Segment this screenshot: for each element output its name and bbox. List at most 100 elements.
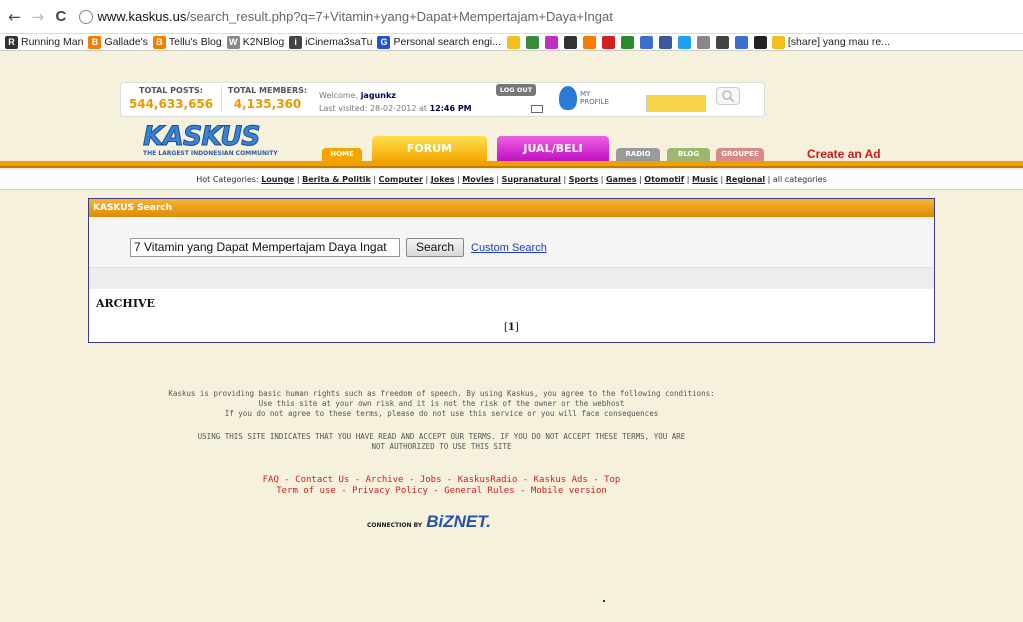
accept-line: USING THIS SITE INDICATES THAT YOU HAVE … <box>197 432 686 441</box>
welcome-text: Welcome, jagunkz Last visited: 28-02-201… <box>319 89 472 115</box>
footer-link[interactable]: FAQ <box>263 475 279 485</box>
bookmark-label: Gallade's <box>104 36 148 48</box>
tab-groupee[interactable]: GROUPEE <box>716 148 764 161</box>
footer-link[interactable]: Kaskus Ads <box>534 475 588 485</box>
hot-category-link[interactable]: Regional <box>726 175 765 184</box>
globe-icon <box>79 9 94 24</box>
bookmark-icon <box>771 35 785 49</box>
bookmark-label: Running Man <box>21 36 84 48</box>
tab-radio[interactable]: RADIO <box>616 148 660 161</box>
terms-line: Kaskus is providing basic human rights s… <box>168 389 715 398</box>
my-profile-link[interactable]: MY PROFILE <box>559 86 609 110</box>
biznet-brand: BiZNET. <box>426 512 492 531</box>
bookmark-item[interactable]: [share] yang mau re... <box>771 35 890 49</box>
search-input[interactable]: 7 Vitamin yang Dapat Mempertajam Daya In… <box>130 238 400 257</box>
header-search-input[interactable] <box>646 95 706 112</box>
biznet-logo[interactable]: CONNECTION BY BiZNET. <box>367 512 491 532</box>
bookmark-favicon-icon[interactable] <box>677 35 691 49</box>
tab-jual-beli[interactable]: JUAL/BELI <box>497 136 609 161</box>
bookmark-icon: R <box>5 35 18 49</box>
back-arrow-icon[interactable]: ← <box>6 8 23 26</box>
footer-link[interactable]: Contact Us <box>295 475 349 485</box>
bookmark-favicon-icon[interactable] <box>753 35 767 49</box>
bookmark-favicon-icon[interactable] <box>506 35 520 49</box>
hot-category-link[interactable]: Sports <box>569 175 599 184</box>
footer-link[interactable]: KaskusRadio <box>458 475 518 485</box>
tab-blog[interactable]: BLOG <box>667 148 710 161</box>
hot-category-link[interactable]: Computer <box>379 175 423 184</box>
bookmark-icon: B <box>152 35 166 49</box>
hot-category-link[interactable]: Games <box>606 175 637 184</box>
footer-link[interactable]: Term of use <box>276 486 336 496</box>
bookmark-favicon-icon[interactable] <box>525 35 539 49</box>
terms-line: Use this site at your own risk and it is… <box>258 399 625 408</box>
profile-label: PROFILE <box>580 98 610 106</box>
footer-link[interactable]: Archive <box>366 475 404 485</box>
welcome-prefix: Welcome, <box>319 91 359 100</box>
logout-button[interactable]: LOG OUT <box>496 84 536 96</box>
footer-link[interactable]: Jobs <box>420 475 442 485</box>
bookmark-favicon-icon[interactable] <box>620 35 634 49</box>
bookmark-favicon-icon[interactable] <box>582 35 596 49</box>
page-number[interactable]: 1 <box>508 322 515 333</box>
hot-categories-bar: Hot Categories: Lounge | Berita & Politi… <box>0 170 1023 190</box>
magnifier-icon <box>722 90 735 103</box>
hot-category-link[interactable]: Movies <box>462 175 494 184</box>
bookmark-item[interactable]: R Running Man <box>5 35 84 49</box>
footer-link[interactable]: Top <box>604 475 620 485</box>
tab-home[interactable]: HOME <box>322 148 362 161</box>
footer-link[interactable]: Privacy Policy <box>352 486 428 496</box>
hot-category-link[interactable]: Jokes <box>431 175 455 184</box>
custom-search-link[interactable]: Custom Search <box>471 242 547 254</box>
bookmark-favicon-icon[interactable] <box>734 35 748 49</box>
stray-dot <box>603 600 605 602</box>
create-ad-link[interactable]: Create an Ad <box>807 147 881 161</box>
terms-text: Kaskus is providing basic human rights s… <box>100 389 783 419</box>
bookmark-favicon-icon[interactable] <box>563 35 577 49</box>
accept-terms-text: USING THIS SITE INDICATES THAT YOU HAVE … <box>100 432 783 452</box>
bookmark-favicon-icon[interactable] <box>601 35 615 49</box>
bookmark-item[interactable]: B Tellu's Blog <box>152 35 222 49</box>
mail-icon[interactable] <box>531 105 543 113</box>
url-field[interactable]: www.kaskus.us/search_result.php?q=7+Vita… <box>79 5 1023 29</box>
results-divider-row <box>89 267 934 289</box>
bookmark-favicon-icon[interactable] <box>696 35 710 49</box>
search-button[interactable]: Search <box>406 238 464 257</box>
forward-arrow-icon[interactable]: → <box>29 8 46 26</box>
search-row: 7 Vitamin yang Dapat Mempertajam Daya In… <box>89 217 934 267</box>
pagination: [1] <box>504 322 519 333</box>
bookmark-favicon-icon[interactable] <box>715 35 729 49</box>
url-host: www.kaskus.us <box>97 9 187 24</box>
bookmark-item[interactable]: i iCinema3saTu <box>289 35 372 49</box>
bookmark-label: Personal search engi... <box>393 36 501 48</box>
bookmark-item[interactable]: G Personal search engi... <box>377 35 501 49</box>
my-label: MY <box>580 90 591 98</box>
bookmark-favicon-icon[interactable] <box>639 35 653 49</box>
bookmark-icon: W <box>226 35 240 49</box>
bookmark-favicon-icon[interactable] <box>658 35 672 49</box>
hot-category-link[interactable]: Lounge <box>261 175 294 184</box>
tab-forum[interactable]: FORUM <box>372 136 487 161</box>
accept-line: NOT AUTHORIZED TO USE THIS SITE <box>371 442 512 451</box>
search-panel: KASKUS Search 7 Vitamin yang Dapat Mempe… <box>88 198 935 343</box>
logo-tagline: THE LARGEST INDONESIAN COMMUNITY <box>143 150 278 157</box>
reload-icon[interactable]: C <box>52 8 69 26</box>
header-search-button[interactable] <box>716 87 740 105</box>
archive-heading: ARCHIVE <box>96 297 155 310</box>
footer-link[interactable]: Mobile version <box>531 486 607 496</box>
hot-category-link[interactable]: Music <box>692 175 718 184</box>
username-link[interactable]: jagunkz <box>361 91 396 100</box>
hot-category-link[interactable]: Otomotif <box>644 175 684 184</box>
bookmark-item[interactable]: W K2NBlog <box>226 35 284 49</box>
header-divider <box>0 161 1023 168</box>
last-visited-time: 12:46 PM <box>429 104 472 113</box>
hot-category-link[interactable]: Supranatural <box>502 175 561 184</box>
bookmark-favicon-icon[interactable] <box>544 35 558 49</box>
hot-category-link[interactable]: Berita & Politik <box>302 175 371 184</box>
kaskus-logo[interactable]: KASKUS THE LARGEST INDONESIAN COMMUNITY <box>143 123 278 158</box>
bookmark-item[interactable]: B Gallade's <box>88 35 148 49</box>
all-categories-link[interactable]: all categories <box>773 175 827 184</box>
total-posts: TOTAL POSTS: 544,633,656 <box>127 86 215 111</box>
connection-by: CONNECTION BY <box>367 522 423 529</box>
footer-link[interactable]: General Rules <box>444 486 514 496</box>
